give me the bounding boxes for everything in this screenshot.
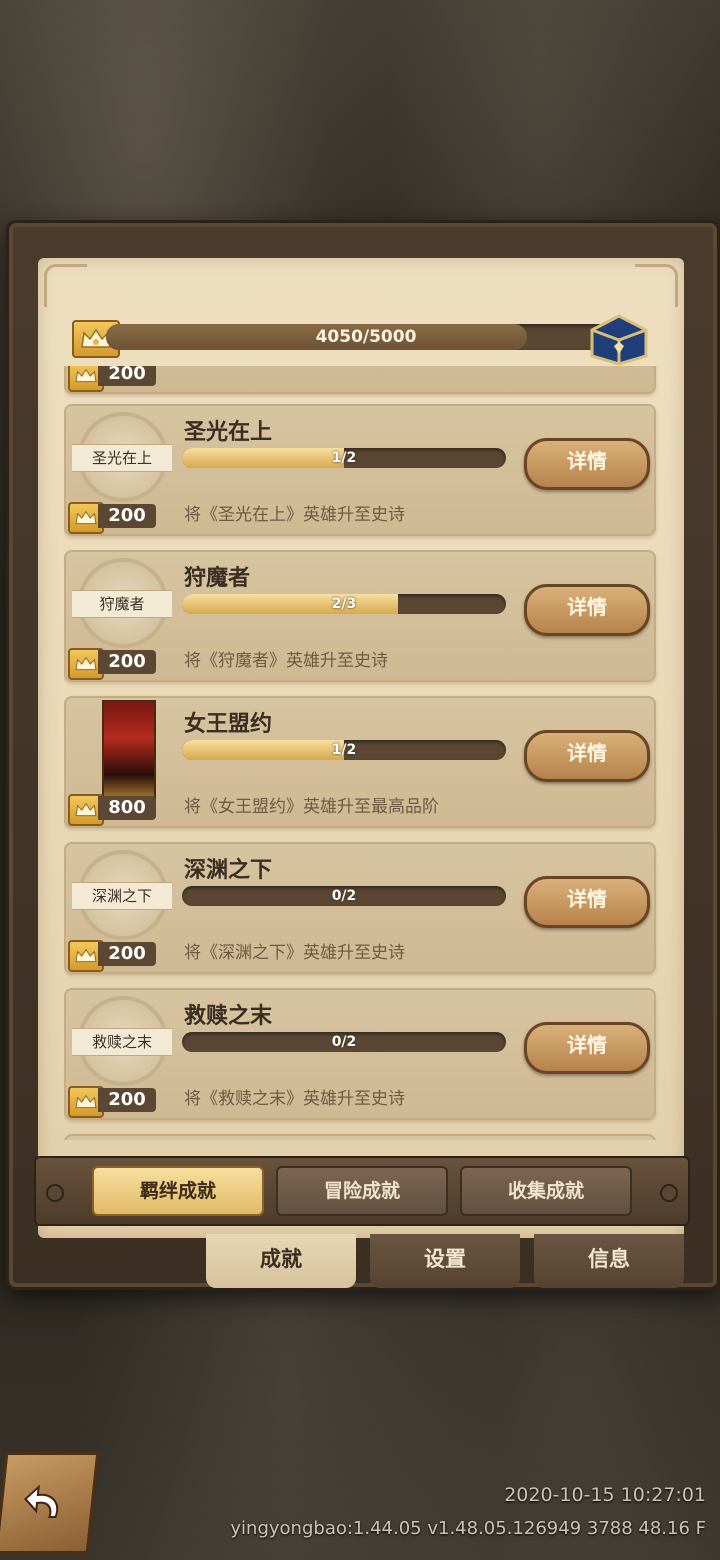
overall-progress-bar: 4050/5000: [106, 324, 626, 350]
timestamp: 2020-10-15 10:27:01: [504, 1484, 706, 1506]
achievement-progress-bar: 1/2: [182, 448, 506, 468]
achievement-progress-text: 2/3: [331, 596, 357, 612]
achievement-card: 深渊之下 200 深渊之下 0/2 详情 将《深渊之下》英雄升至史诗: [64, 842, 656, 974]
achievement-title: 女王盟约: [184, 712, 273, 737]
achievement-progress-text: 1/2: [331, 450, 357, 466]
points-value: 200: [98, 366, 156, 386]
sub-tab-bar: 羁绊成就 冒险成就 收集成就: [34, 1156, 690, 1226]
overall-progress-text: 4050/5000: [315, 327, 417, 347]
treasure-chest-icon[interactable]: [586, 310, 652, 366]
hero-portrait: [102, 700, 156, 808]
achievement-badge: 深渊之下: [72, 850, 172, 940]
rope-hook: [46, 1184, 64, 1202]
achievement-progress-text: 1/2: [331, 742, 357, 758]
points-value: 200: [98, 504, 156, 528]
points-badge: 200: [68, 1086, 158, 1118]
badge-label: 狩魔者: [72, 590, 172, 618]
points-value: 200: [98, 1088, 156, 1112]
points-badge: 200: [68, 648, 158, 680]
achievement-badge: 救赎之末: [72, 996, 172, 1086]
achievement-card-partial: 200: [64, 366, 656, 394]
details-button[interactable]: 详情: [524, 438, 650, 490]
points-badge: 200: [68, 502, 158, 534]
achievement-description: 将《狩魔者》英雄升至史诗: [184, 651, 388, 671]
details-button[interactable]: 详情: [524, 584, 650, 636]
rope-hook: [660, 1184, 678, 1202]
achievement-description: 将《深渊之下》英雄升至史诗: [184, 943, 405, 963]
achievement-card: 救赎之末 200 救赎之末 0/2 详情 将《救赎之末》英雄升至史诗: [64, 988, 656, 1120]
tab-achievements[interactable]: 成就: [206, 1234, 356, 1288]
achievement-card-partial: [64, 1134, 656, 1140]
subtab-bond-achievements[interactable]: 羁绊成就: [92, 1166, 264, 1216]
points-value: 800: [98, 796, 156, 820]
points-badge: 800: [68, 794, 158, 826]
corner-ornament: [44, 264, 87, 307]
achievement-badge: 圣光在上: [72, 412, 172, 502]
achievement-progress-bar: 2/3: [182, 594, 506, 614]
achievement-progress-bar: 1/2: [182, 740, 506, 760]
achievement-progress-bar: 0/2: [182, 886, 506, 906]
achievement-progress-text: 0/2: [331, 1034, 357, 1050]
achievement-card: 狩魔者 200 狩魔者 2/3 详情 将《狩魔者》英雄升至史诗: [64, 550, 656, 682]
achievement-badge: 狩魔者: [72, 558, 172, 648]
points-value: 200: [98, 942, 156, 966]
achievement-progress-text: 0/2: [331, 888, 357, 904]
achievement-description: 将《救赎之末》英雄升至史诗: [184, 1089, 405, 1109]
back-arrow-icon: [24, 1484, 59, 1518]
achievement-progress-bar: 0/2: [182, 1032, 506, 1052]
details-button[interactable]: 详情: [524, 876, 650, 928]
achievement-title: 圣光在上: [184, 420, 273, 445]
achievement-title: 深渊之下: [184, 858, 273, 883]
overall-progress: 4050/5000: [72, 314, 652, 366]
tab-info[interactable]: 信息: [534, 1234, 684, 1288]
achievement-card: 800 女王盟约 1/2 详情 将《女王盟约》英雄升至最高品阶: [64, 696, 656, 828]
points-badge: 200: [68, 940, 158, 972]
badge-label: 救赎之末: [72, 1028, 172, 1056]
back-button[interactable]: [0, 1452, 100, 1554]
details-button[interactable]: 详情: [524, 730, 650, 782]
details-button[interactable]: 详情: [524, 1022, 650, 1074]
subtab-adventure-achievements[interactable]: 冒险成就: [276, 1166, 448, 1216]
badge-label: 深渊之下: [72, 882, 172, 910]
corner-ornament: [635, 264, 678, 307]
tab-settings[interactable]: 设置: [370, 1234, 520, 1288]
achievement-title: 狩魔者: [184, 566, 251, 591]
achievement-card: 圣光在上 200 圣光在上 1/2 详情 将《圣光在上》英雄升至史诗: [64, 404, 656, 536]
achievement-title: 救赎之末: [184, 1004, 273, 1029]
badge-label: 圣光在上: [72, 444, 172, 472]
achievement-list[interactable]: 200 圣光在上 200 圣光在上 1/2 详情 将《圣光在上》英雄升至史诗 狩…: [64, 366, 660, 1140]
achievement-description: 将《圣光在上》英雄升至史诗: [184, 505, 405, 525]
achievement-panel: 4050/5000 200 圣光在上 200 圣光在上 1/2 详情 将《圣光在…: [38, 258, 684, 1238]
achievement-description: 将《女王盟约》英雄升至最高品阶: [184, 797, 439, 817]
version-info: yingyongbao:1.44.05 v1.48.05.126949 3788…: [230, 1518, 706, 1539]
points-badge: 200: [68, 366, 158, 392]
subtab-collection-achievements[interactable]: 收集成就: [460, 1166, 632, 1216]
points-value: 200: [98, 650, 156, 674]
